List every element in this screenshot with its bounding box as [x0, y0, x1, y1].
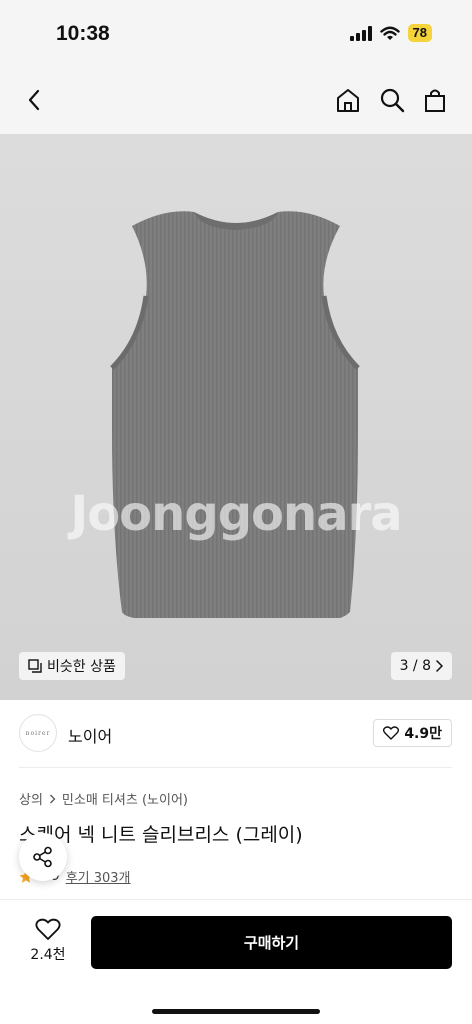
divider [19, 767, 452, 768]
wishlist-button[interactable]: 2.4천 [22, 918, 74, 964]
wifi-icon [379, 26, 400, 40]
chevron-right-icon [436, 660, 443, 672]
brand-name[interactable]: 노이어 [68, 723, 112, 747]
status-bar: 10:38 78 [0, 0, 472, 64]
page-counter-text: 3 / 8 [399, 658, 431, 674]
watermark: Joonggonara [70, 486, 402, 542]
home-button[interactable] [332, 84, 364, 116]
back-icon [28, 89, 40, 111]
breadcrumb-item[interactable]: 민소매 티셔츠 (노이어) [62, 789, 188, 808]
heart-icon [35, 918, 61, 940]
battery-icon: 78 [407, 24, 432, 42]
brand-row: noirer 노이어 4.9만 [0, 700, 472, 766]
product-image-gallery[interactable]: Joonggonara 비슷한 상품 3 / 8 [0, 134, 472, 700]
search-button[interactable] [376, 84, 408, 116]
home-icon [337, 89, 359, 112]
similar-products-label: 비슷한 상품 [47, 659, 116, 675]
signal-icon [349, 25, 372, 41]
garment-image [110, 211, 360, 618]
brand-like-button[interactable]: 4.9만 [373, 719, 452, 747]
bottom-action-bar: 2.4천 구매하기 [0, 899, 472, 1024]
app-header [0, 64, 472, 134]
copy-icon [28, 659, 42, 673]
brand-like-count: 4.9만 [404, 726, 442, 742]
image-page-counter[interactable]: 3 / 8 [390, 652, 452, 680]
heart-icon [383, 726, 400, 740]
brand-logo[interactable]: noirer [19, 714, 57, 752]
status-time: 10:38 [56, 22, 110, 45]
similar-products-button[interactable]: 비슷한 상품 [19, 652, 125, 680]
chevron-right-icon [49, 794, 56, 803]
back-button[interactable] [18, 84, 50, 116]
buy-button[interactable]: 구매하기 [91, 916, 452, 969]
share-button[interactable] [19, 833, 67, 881]
search-icon [380, 88, 405, 113]
cart-button[interactable] [419, 84, 451, 116]
share-icon [33, 846, 52, 868]
breadcrumb-item[interactable]: 상의 [19, 789, 43, 808]
home-indicator [152, 1009, 320, 1014]
status-icons: 78 [349, 24, 432, 42]
wishlist-count: 2.4천 [30, 947, 66, 963]
breadcrumb: 상의 민소매 티셔츠 (노이어) [19, 789, 188, 808]
shopping-bag-icon [425, 89, 445, 112]
reviews-link[interactable]: 후기 303개 [66, 867, 131, 886]
